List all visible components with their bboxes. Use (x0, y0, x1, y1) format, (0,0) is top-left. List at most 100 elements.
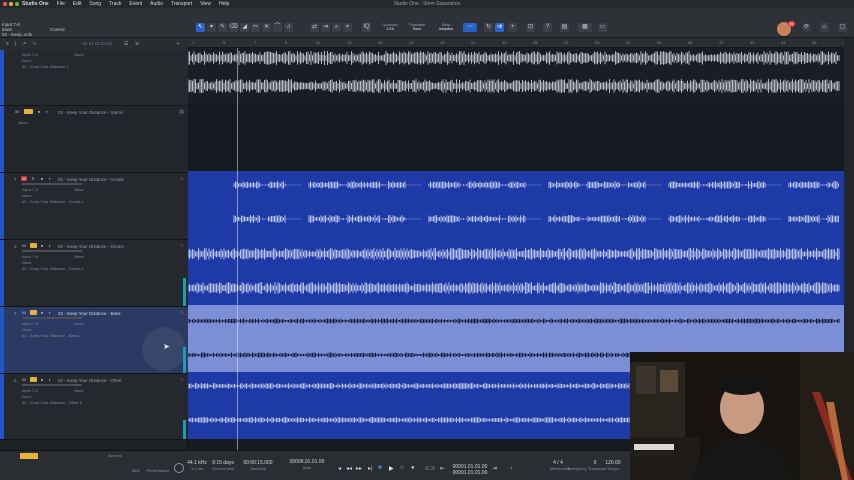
menu-view[interactable]: View (200, 1, 211, 7)
record-icon[interactable]: ● (411, 465, 415, 471)
solo-button[interactable] (30, 377, 37, 382)
lane-top[interactable] (188, 48, 844, 104)
folder-expand-icon[interactable]: ▤ (179, 109, 184, 115)
track-header-top[interactable]: Input 7-8 None None 02 - Keep Your Dista… (0, 50, 188, 106)
listen-tool-button[interactable]: ♫ (284, 23, 293, 32)
track-input[interactable]: Input 7-8 (22, 321, 38, 326)
scissors-button[interactable]: ⌖ (343, 23, 352, 32)
track-header-other[interactable]: 5 M ● ◐ 02 - Keep Your Distance - Other … (0, 374, 188, 440)
paint-tool-button[interactable]: ◢ (240, 23, 249, 32)
monitor-button[interactable]: ◐ (47, 176, 53, 181)
track-input[interactable]: Input 7-8 (22, 254, 38, 259)
menu-file[interactable]: File (57, 1, 65, 7)
arrow-tool-button[interactable]: ↖ (196, 23, 205, 32)
lane-vocals[interactable] (188, 171, 844, 238)
loop-button[interactable]: ↻ (484, 23, 493, 32)
follow-button[interactable]: ⇉ (495, 23, 504, 32)
stop-icon[interactable]: ■ (378, 465, 382, 471)
mute-button[interactable]: M (21, 243, 27, 248)
snap-toggle-button[interactable]: ⋯ (463, 23, 477, 32)
track-output[interactable]: None (22, 58, 32, 63)
timeline-ruler[interactable]: 1579111315171921232527293133353739414345 (188, 38, 847, 48)
transpose-display[interactable]: 0 Transpose (588, 460, 607, 471)
pointer-icon[interactable]: ↗ (22, 41, 26, 47)
monitor-button[interactable]: ◐ (47, 243, 53, 248)
automation-wave-icon[interactable]: ∿ (180, 377, 184, 383)
eraser-tool-button[interactable]: ⌫ (229, 23, 238, 32)
time-signature[interactable]: 4 / 4 Metronome (550, 460, 570, 471)
solo-button[interactable] (30, 310, 37, 315)
zoom-button[interactable]: ⌕ (332, 23, 341, 32)
source-label[interactable]: 02 - Keep..vols (2, 32, 32, 37)
edit-view-button[interactable]: ⊡ (526, 23, 535, 32)
track-view-icons[interactable]: ▭ ▭ ▭ ▭ ▭ (83, 41, 112, 47)
track-output[interactable]: None (22, 327, 32, 332)
list-icon[interactable]: ☰ (124, 41, 128, 47)
home-icon[interactable]: ⌂ (820, 23, 829, 32)
menu-transport[interactable]: Transport (171, 1, 192, 7)
automation-wave-icon[interactable]: ∿ (180, 310, 184, 316)
bend-tool-button[interactable]: ⌒ (273, 23, 282, 32)
cursor-icon[interactable]: | (15, 41, 16, 47)
pencil-tool-button[interactable]: ✎ (218, 23, 227, 32)
lane-drums[interactable] (188, 238, 844, 305)
automation-icon[interactable]: ∿ (32, 41, 36, 47)
solo-button[interactable] (30, 243, 37, 248)
menu-track[interactable]: Track (109, 1, 121, 7)
sample-rate[interactable]: 44.1 kHz 3.0 ms (186, 460, 208, 471)
track-mode[interactable]: None (74, 388, 84, 393)
record-arm-button[interactable]: ● (36, 109, 42, 114)
track-output[interactable]: None (22, 260, 32, 265)
monitor-button[interactable]: ◐ (47, 310, 53, 315)
mixer-mode-label[interactable]: Normal (100, 453, 130, 458)
minimize-window-button[interactable] (9, 2, 13, 6)
menu-help[interactable]: Help (219, 1, 229, 7)
range-tool-button[interactable]: ▾ (207, 23, 216, 32)
quantize-field[interactable]: Quantize 1/16 (380, 23, 400, 31)
play-icon[interactable]: ▶ (389, 465, 394, 472)
app-menu[interactable]: Studio One (22, 1, 49, 7)
automation-wave-icon[interactable]: ∿ (180, 176, 184, 182)
track-mode[interactable]: None (74, 254, 84, 259)
record-arm-button[interactable]: ● (39, 310, 45, 315)
menu-event[interactable]: Event (129, 1, 142, 7)
track-playlist[interactable]: 02 - Keep Your Distance 1 (22, 64, 68, 69)
rewind-to-start-icon[interactable]: ◂ (338, 465, 341, 472)
monitor-button[interactable]: ◐ (47, 377, 53, 382)
tempo-display[interactable]: 120.00 Tempo (604, 460, 622, 471)
menu-edit[interactable]: Edit (73, 1, 82, 7)
punch-in-icon[interactable]: ⇥ (492, 465, 497, 472)
record-arm-button[interactable]: ● (39, 377, 45, 382)
record-arm-button[interactable]: ● (39, 176, 45, 181)
help-button[interactable]: ? (543, 23, 552, 32)
track-mode[interactable]: None (74, 52, 84, 57)
menu-song[interactable]: Song (89, 1, 101, 7)
automation-wave-icon[interactable]: ∿ (180, 243, 184, 249)
timebase-field[interactable]: Timebase Bars (406, 23, 428, 31)
shuffle-button[interactable]: ⇄ (310, 23, 319, 32)
close-window-button[interactable] (3, 2, 7, 6)
metronome-icon[interactable]: ♩ (510, 465, 516, 471)
snap-field[interactable]: Snap Adaptive (434, 23, 458, 31)
track-output[interactable]: None (22, 193, 32, 198)
volume-fader[interactable] (22, 183, 82, 185)
track-name[interactable]: 02 - Keep Your Distance - Vocals (58, 177, 124, 182)
mute-button[interactable]: M (14, 109, 20, 114)
performance-label[interactable]: Performance (145, 468, 171, 473)
track-name[interactable]: 02 - Keep Your Distance - Other (58, 378, 122, 383)
position-display[interactable]: 00006.01.01.00 Bars (280, 459, 334, 470)
track-mode[interactable]: None (74, 187, 84, 192)
grid-view-button[interactable]: ▦ (578, 23, 592, 32)
record-arm-button[interactable]: ● (39, 243, 45, 248)
fast-forward-icon[interactable]: ▸▸ (356, 465, 362, 472)
crosshair-button[interactable]: + (508, 23, 517, 32)
track-name[interactable]: 02 - Keep Your Distance - Bass (58, 311, 121, 316)
volume-fader[interactable] (22, 384, 82, 386)
menu-icon[interactable]: ≡ (6, 41, 9, 47)
track-playlist[interactable]: 02 - Keep Your Distance - Drums 1 (22, 266, 84, 271)
loop-icon[interactable]: ○ (400, 465, 404, 471)
cycle-icon[interactable]: ⊂⊃ (425, 465, 435, 472)
forward-to-end-icon[interactable]: ▸| (368, 465, 373, 472)
sync-icon[interactable]: ⟳ (802, 23, 811, 32)
track-input[interactable]: Input 7-8 (22, 187, 38, 192)
